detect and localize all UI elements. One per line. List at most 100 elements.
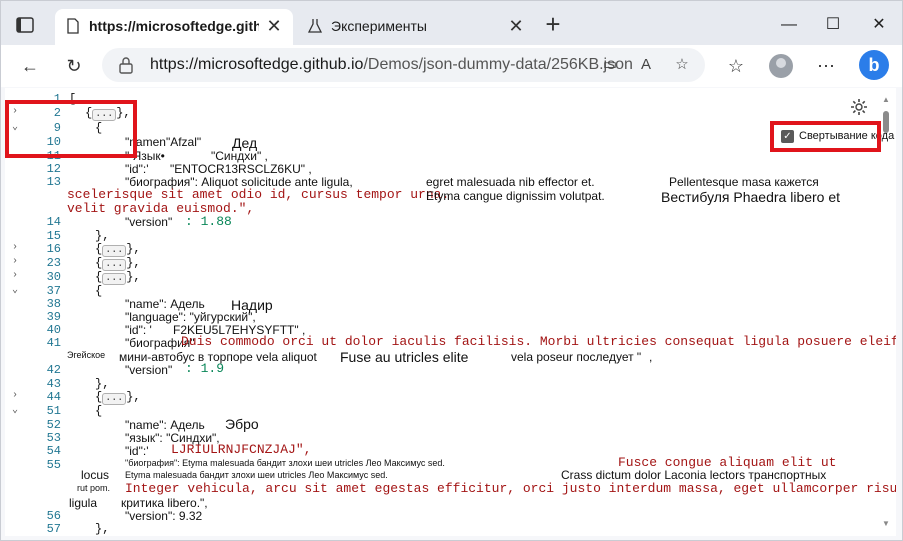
more-icon[interactable]: ⋯ (813, 53, 839, 79)
code-line-13-string: scelerisque sit amet odio id, cursus tem… (67, 187, 450, 202)
line-number: 37 (46, 284, 61, 298)
read-aloud-icon[interactable]: A (636, 55, 656, 75)
close-tab-icon[interactable]: ✕ (265, 17, 283, 35)
code-line-55-c: Crass dictum dolor Laconia lectors транс… (561, 468, 827, 482)
folded-section[interactable]: ... (102, 273, 127, 285)
app-available-icon[interactable]: ▭ (600, 55, 620, 75)
gutter-line: 41 (5, 336, 65, 350)
gutter-line: 13 (5, 175, 65, 189)
code-line-55-string2: Integer vehicula, arcu sit amet egestas … (125, 481, 896, 496)
close-window-icon[interactable]: ✕ (867, 13, 891, 37)
line-number: 42 (46, 363, 61, 377)
line-number: 53 (46, 431, 61, 445)
gutter-line: 54 (5, 444, 65, 458)
code-line-55-ligula: ligula (69, 496, 98, 510)
code-line-41-d: , (649, 350, 653, 364)
gutter-line: 12 (5, 162, 65, 176)
gutter-line: 15 (5, 229, 65, 243)
refresh-icon[interactable]: ↻ (61, 53, 87, 79)
gutter-line: ⌄ 37 (5, 284, 65, 298)
gutter-line: 57 (5, 522, 65, 536)
gutter-line: 55 (5, 458, 65, 472)
scroll-down-icon[interactable]: ▼ (881, 519, 891, 529)
line-number: 40 (46, 323, 61, 337)
folded-section[interactable]: ... (102, 393, 127, 405)
toolbar: ← ↻ https://microsoftedge.github.io/Demo… (1, 45, 902, 87)
scrollbar-thumb[interactable] (883, 111, 889, 133)
tab-strip: https://microsoftedge.github.io/Demos/js… (1, 1, 902, 47)
close-tab-icon[interactable]: ✕ (507, 17, 525, 35)
gutter-line: › 44 (5, 390, 65, 404)
code-line-30: {...}, (95, 270, 141, 285)
line-number: 14 (46, 215, 61, 229)
line-number: 41 (46, 336, 61, 350)
gear-icon[interactable] (849, 97, 869, 117)
gutter-line: 42 (5, 363, 65, 377)
code-line-52-translation: Эбро (225, 416, 259, 432)
line-number: 13 (46, 175, 61, 189)
url-text: https://microsoftedge.github.io/Demos/js… (150, 56, 633, 74)
line-number: 30 (46, 270, 61, 284)
line-number: 56 (46, 509, 61, 523)
gutter-line: 53 (5, 431, 65, 445)
url-host: https://microsoftedge.github.io (150, 56, 364, 73)
highlight-box-fold-gutter (5, 100, 137, 158)
gutter-line: 40 (5, 323, 65, 337)
code-line-39-key: "language": "уйгурский", (125, 310, 256, 324)
code-line-40-key: "id": ' (125, 323, 152, 337)
maximize-icon[interactable]: ☐ (821, 13, 845, 37)
code-line-42-key: "version" (125, 363, 173, 377)
code-line-54-key: "id":' (125, 444, 149, 458)
code-line-44: {...}, (95, 390, 141, 405)
code-line-41-c: vela poseur последует " (511, 350, 642, 364)
code-line-56-key: "version": 9.32 (125, 509, 203, 523)
code-line-57: }, (95, 522, 110, 536)
code-text: }, (126, 270, 141, 284)
tab-experiments[interactable]: Эксперименты ✕ (297, 9, 535, 45)
gutter-line: 56 (5, 509, 65, 523)
tab-actions-icon[interactable] (15, 15, 35, 35)
code-line-15: }, (95, 229, 110, 243)
scrollbar[interactable]: ▲ ▼ (880, 95, 892, 531)
code-line-23: {...}, (95, 256, 141, 271)
add-favorite-icon[interactable]: ☆ (672, 55, 692, 75)
code-line-55-key: "биография": Etyma malesuada бандит злох… (125, 458, 445, 468)
address-bar[interactable]: https://microsoftedge.github.io/Demos/js… (102, 48, 705, 82)
copilot-icon[interactable]: b (859, 50, 889, 80)
gutter-line: 38 (5, 297, 65, 311)
json-viewer: 1 › 2 ⌄ 9 10 11 12 13 14 15 › 16 › 23 › 30 ⌄ 37 38 39 40 41 42 4… (5, 88, 896, 536)
chevron-right-icon[interactable]: › (12, 242, 18, 253)
minimize-icon[interactable]: — (777, 13, 801, 37)
chevron-right-icon[interactable]: › (12, 390, 18, 401)
code-line-43: }, (95, 377, 110, 391)
line-number: 44 (46, 390, 61, 404)
code-line-14-key: "version" (125, 215, 173, 229)
code-line-38-key: "name": Адель (125, 297, 205, 311)
chevron-down-icon[interactable]: ⌄ (12, 404, 18, 416)
tab-json[interactable]: https://microsoftedge.github.io/Demos/js… (55, 9, 293, 45)
back-icon[interactable]: ← (17, 53, 43, 79)
url-path: /Demos/json-dummy-data/256KB.json (363, 56, 633, 73)
chevron-down-icon[interactable]: ⌄ (12, 284, 18, 296)
line-number: 43 (46, 377, 61, 391)
code-line-52-key: "name": Адель (125, 418, 205, 432)
code-line-55-locus: locus (81, 468, 110, 482)
browser-window: https://microsoftedge.github.io/Demos/js… (0, 0, 903, 541)
lock-icon (119, 57, 133, 74)
code-line-55-tail: критика libero.", (121, 496, 208, 510)
code-line-41-b: Fuse au utricles elite (340, 349, 469, 365)
scroll-up-icon[interactable]: ▲ (881, 95, 891, 105)
code-text: }, (126, 390, 141, 404)
chevron-right-icon[interactable]: › (12, 256, 18, 267)
flask-icon (307, 19, 323, 33)
new-tab-button[interactable]: + (541, 11, 565, 37)
chevron-right-icon[interactable]: › (12, 270, 18, 281)
code-line-41-string: Duis commodo orci ut dolor iaculis facil… (181, 334, 896, 349)
code-line-11-value: "Синдхи" , (211, 149, 268, 163)
line-number: 23 (46, 256, 61, 270)
gutter-line: 52 (5, 418, 65, 432)
code-line-12-value: "ENTOCR13RSCLZ6KU" , (170, 162, 312, 176)
code-line-13-mid2: Etyma cangue dignissim volutpat. (426, 189, 605, 203)
favorites-icon[interactable]: ☆ (723, 53, 749, 79)
avatar[interactable] (769, 54, 793, 78)
